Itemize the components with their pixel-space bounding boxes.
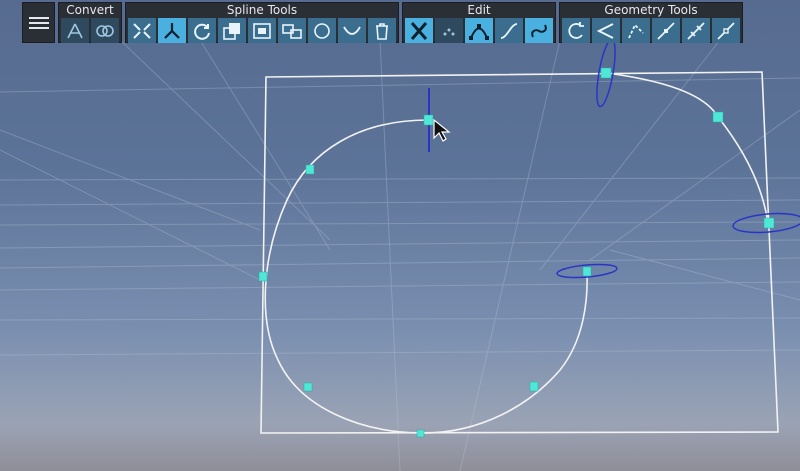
duplicate-icon	[223, 22, 240, 40]
menu-button[interactable]	[22, 2, 55, 43]
chamfer-icon	[628, 22, 644, 38]
delete-x-icon	[410, 21, 428, 40]
duplicate-button[interactable]	[218, 18, 246, 43]
trash-button[interactable]	[368, 18, 396, 43]
frame-button[interactable]	[248, 18, 276, 43]
smooth-curve-button[interactable]	[495, 18, 523, 43]
control-point[interactable]	[416, 429, 425, 438]
line-cut-icon	[717, 21, 735, 40]
angle-icon	[596, 22, 614, 39]
arc-button[interactable]	[338, 18, 366, 43]
convert-to-spline-button[interactable]	[61, 18, 89, 43]
convert-to-mesh-button[interactable]	[91, 18, 119, 43]
points-button[interactable]	[435, 18, 463, 43]
group-title: Edit	[467, 3, 491, 17]
loop-curve-button[interactable]	[525, 18, 553, 43]
hamburger-icon	[28, 16, 49, 29]
control-point[interactable]	[529, 381, 539, 392]
control-point[interactable]	[258, 271, 268, 282]
spline-tools-group: Spline Tools	[125, 2, 399, 43]
convert-to-mesh-icon	[96, 24, 114, 37]
group-title: Spline Tools	[226, 3, 298, 17]
control-point[interactable]	[305, 164, 315, 175]
geometry-tools-group: Geometry Tools	[559, 2, 743, 43]
align-icon	[282, 23, 302, 39]
bezier-button[interactable]	[465, 18, 493, 43]
grid-lines	[0, 39, 800, 471]
line-extend-icon	[687, 21, 705, 40]
trash-icon	[376, 22, 388, 40]
refresh-button[interactable]	[188, 18, 216, 43]
pointer-cursor-icon	[433, 119, 451, 142]
circle-icon	[314, 22, 330, 39]
control-point[interactable]	[582, 266, 592, 277]
loop-curve-icon	[531, 24, 547, 37]
control-point[interactable]	[303, 382, 313, 392]
arc-icon	[343, 26, 361, 35]
merge-points-button[interactable]	[128, 18, 156, 43]
refresh-icon	[194, 23, 210, 40]
circle-button[interactable]	[308, 18, 336, 43]
rotate-icon	[568, 21, 584, 39]
control-point[interactable]	[763, 217, 775, 229]
group-title: Convert	[66, 3, 114, 17]
convert-group: Convert	[58, 2, 122, 43]
split-icon	[164, 22, 180, 39]
angle-button[interactable]	[592, 18, 620, 43]
bezier-icon	[469, 23, 489, 40]
3d-viewport[interactable]	[0, 0, 800, 471]
frame-icon	[253, 22, 271, 39]
delete-button[interactable]	[405, 18, 433, 43]
chamfer-button[interactable]	[622, 18, 650, 43]
smooth-curve-icon	[500, 22, 518, 39]
control-point[interactable]	[600, 67, 612, 79]
convert-to-spline-icon	[67, 23, 83, 38]
rotate-button[interactable]	[562, 18, 590, 43]
control-point[interactable]	[712, 111, 724, 123]
points-icon	[443, 28, 455, 35]
group-title: Geometry Tools	[604, 3, 698, 17]
line-cut-button[interactable]	[712, 18, 740, 43]
rectangle-spline[interactable]	[260, 71, 779, 434]
merge-points-icon	[133, 22, 151, 39]
control-point[interactable]	[423, 114, 434, 126]
top-toolbar: Convert Spline Tools Edit Geometry Tools	[22, 2, 743, 43]
line-pen-button[interactable]	[652, 18, 680, 43]
split-button[interactable]	[158, 18, 186, 43]
line-pen-icon	[657, 21, 675, 40]
edit-group: Edit	[402, 2, 556, 43]
line-extend-button[interactable]	[682, 18, 710, 43]
align-button[interactable]	[278, 18, 306, 43]
